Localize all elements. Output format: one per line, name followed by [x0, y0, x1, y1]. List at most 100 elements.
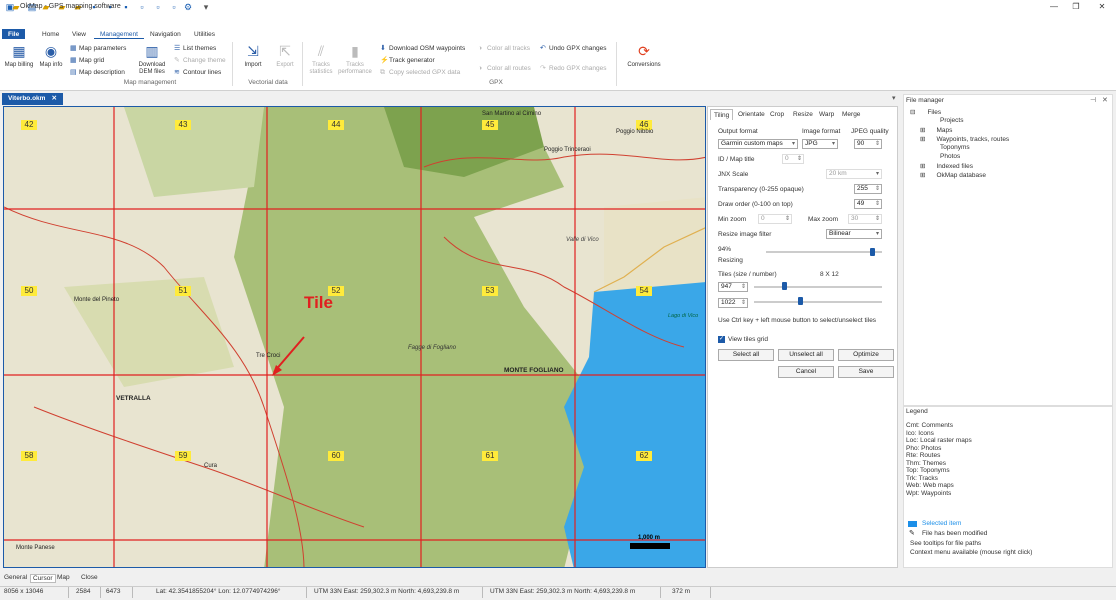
export-icon[interactable]: ▫	[136, 1, 148, 13]
customize-arrow-icon[interactable]: ▾	[200, 1, 212, 13]
status-altitude: 372 m	[672, 588, 691, 595]
tile-number[interactable]: 60	[328, 451, 344, 461]
import-button[interactable]: ⇲ Import	[236, 42, 270, 69]
tab-warp[interactable]: Warp	[816, 109, 837, 120]
close-panel-icon[interactable]: ✕	[1102, 96, 1108, 104]
tree-item-photos[interactable]: Photos	[940, 153, 960, 160]
tree-root[interactable]: ⊟ Files	[910, 108, 941, 116]
jnx-select[interactable]: 20 km	[826, 169, 882, 179]
bottom-tab-cursor[interactable]: Cursor	[30, 574, 56, 583]
tile-height-slider[interactable]	[754, 301, 882, 303]
tile-number[interactable]: 51	[175, 286, 191, 296]
map-billing-button[interactable]: ▦ Map billing	[2, 42, 36, 69]
tile-number[interactable]: 54	[636, 286, 652, 296]
collapse-icon[interactable]: ⊟	[910, 109, 915, 116]
map-parameters-button[interactable]: ▦ Map parameters	[70, 43, 126, 54]
export-button[interactable]: ⇱ Export	[268, 42, 302, 69]
tile-width-thumb[interactable]	[782, 282, 787, 290]
color-all-tracks-button[interactable]: ◑ Color all tracks	[478, 43, 530, 54]
tab-merge[interactable]: Merge	[839, 109, 863, 120]
track-generator-button[interactable]: ⚡Track generator	[380, 55, 435, 66]
unselect-all-button[interactable]: Unselect all	[778, 349, 834, 361]
tracks-statistics-button[interactable]: ⫽ Tracks statistics	[304, 42, 338, 76]
id-input[interactable]: 0	[782, 154, 804, 164]
expand-icon[interactable]: ⊞	[920, 136, 925, 143]
expand-icon[interactable]: ⊞	[920, 172, 925, 179]
export2-icon[interactable]: ▫	[152, 1, 164, 13]
copy-icon: ⧉	[380, 69, 385, 76]
tile-number[interactable]: 52	[328, 286, 344, 296]
redo-gpx-button[interactable]: ↷ Redo GPX changes	[540, 63, 606, 74]
map-description-button[interactable]: ▤ Map description	[70, 67, 125, 78]
map-view[interactable]: Tile 42 43 44 45 46 50 51 52 53 54 58 59 60 61 62 Pogg…	[3, 106, 706, 568]
tree-item-toponyms[interactable]: Toponyms	[940, 144, 970, 151]
bottom-tab-map[interactable]: Map	[57, 574, 70, 581]
maximize-button[interactable]: ❐	[1062, 0, 1090, 13]
resize-filter-select[interactable]: Bilinear	[826, 229, 882, 239]
tree-item-database[interactable]: ⊞ OkMap database	[920, 171, 986, 179]
tree-item-indexed[interactable]: ⊞ Indexed files	[920, 162, 973, 170]
transparency-input[interactable]: 255	[854, 184, 882, 194]
expand-icon[interactable]: ⊞	[920, 127, 925, 134]
select-all-button[interactable]: Select all	[718, 349, 774, 361]
draw-order-input[interactable]: 49	[854, 199, 882, 209]
export3-icon[interactable]: ▫	[168, 1, 180, 13]
resizing-slider-thumb[interactable]	[870, 248, 876, 256]
output-format-select[interactable]: Garmin custom maps	[718, 139, 798, 149]
image-format-select[interactable]: JPG	[802, 139, 838, 149]
tile-width-slider[interactable]	[754, 286, 882, 288]
tile-number[interactable]: 58	[21, 451, 37, 461]
tile-number[interactable]: 42	[21, 120, 37, 130]
optimize-button[interactable]: Optimize	[838, 349, 894, 361]
resizing-slider[interactable]	[766, 251, 882, 253]
tree-item-maps[interactable]: ⊞ Maps	[920, 126, 952, 134]
tracks-performance-button[interactable]: ▮ Tracks performance	[336, 42, 374, 76]
list-themes-button[interactable]: ☰ List themes	[174, 43, 216, 54]
expand-icon[interactable]: ⊞	[920, 163, 925, 170]
tile-number[interactable]: 61	[482, 451, 498, 461]
bottom-tab-close[interactable]: Close	[81, 574, 98, 581]
tile-number[interactable]: 59	[175, 451, 191, 461]
tile-number[interactable]: 45	[482, 120, 498, 130]
conversions-button[interactable]: ⟳ Conversions	[622, 42, 666, 69]
map-billing-icon: ▦	[12, 43, 26, 59]
tile-width-input[interactable]: 947	[718, 282, 748, 292]
tile-height-input[interactable]: 1022	[718, 298, 748, 308]
settings-gear-icon[interactable]: ⚙	[182, 1, 194, 13]
tab-resize[interactable]: Resize	[790, 109, 816, 120]
pin-icon[interactable]: ⊣	[1090, 96, 1096, 104]
close-tab-icon[interactable]: ✕	[51, 95, 56, 102]
tile-number[interactable]: 50	[21, 286, 37, 296]
place-label: Valle di Vico	[566, 237, 599, 243]
copy-gpx-button[interactable]: ⧉ Copy selected GPX data	[380, 67, 460, 78]
tile-number[interactable]: 53	[482, 286, 498, 296]
download-dem-button[interactable]: ▥ Download DEM files	[134, 42, 170, 76]
min-zoom-input[interactable]: 0	[758, 214, 792, 224]
map-grid-button[interactable]: ▦ Map grid	[70, 55, 104, 66]
tab-tiling[interactable]: Tiling	[710, 109, 734, 120]
undo-gpx-button[interactable]: ↶ Undo GPX changes	[540, 43, 606, 54]
close-window-button[interactable]: ✕	[1088, 0, 1116, 13]
tile-height-thumb[interactable]	[798, 297, 803, 305]
color-all-routes-button[interactable]: ◑ Color all routes	[478, 63, 531, 74]
contour-lines-button[interactable]: ≋ Contour lines	[174, 67, 221, 78]
tree-item-projects[interactable]: Projects	[940, 117, 963, 124]
map-info-button[interactable]: ◉ Map info	[34, 42, 68, 69]
download-osm-button[interactable]: ⬇ Download OSM waypoints	[380, 43, 465, 54]
tile-number[interactable]: 44	[328, 120, 344, 130]
tree-item-waypoints[interactable]: ⊞ Waypoints, tracks, routes	[920, 135, 1009, 143]
bottom-tab-general[interactable]: General	[4, 574, 27, 581]
save-gpx-icon[interactable]: ▪	[120, 1, 132, 13]
doc-tab-viterbo[interactable]: Viterbo.okm ✕	[2, 93, 63, 105]
cancel-button[interactable]: Cancel	[778, 366, 834, 378]
save-button[interactable]: Save	[838, 366, 894, 378]
view-grid-checkbox[interactable]: ✓	[718, 336, 725, 343]
tab-dropdown-icon[interactable]: ▾	[892, 94, 896, 102]
tile-number[interactable]: 43	[175, 120, 191, 130]
jpeg-quality-input[interactable]: 90	[854, 139, 882, 149]
tab-crop[interactable]: Crop	[767, 109, 787, 120]
max-zoom-input[interactable]: 30	[848, 214, 882, 224]
change-theme-button[interactable]: ✎ Change theme	[174, 55, 226, 66]
tab-orientate[interactable]: Orientate	[735, 109, 768, 120]
tile-number[interactable]: 62	[636, 451, 652, 461]
